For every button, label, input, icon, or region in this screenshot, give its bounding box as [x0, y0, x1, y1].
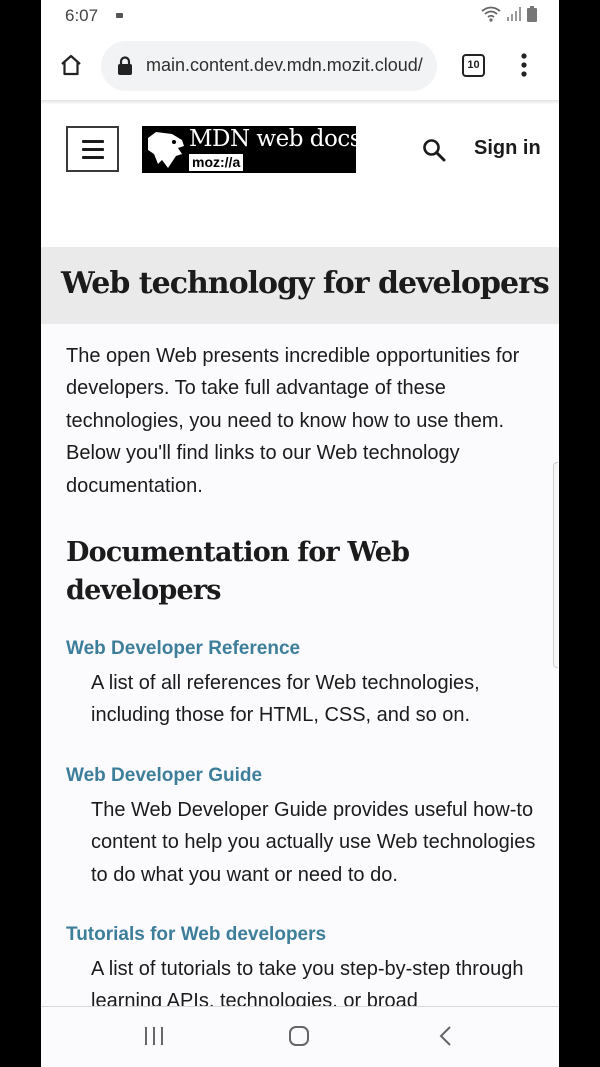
sign-in-link[interactable]: Sign in [474, 137, 541, 160]
battery-icon [527, 6, 537, 22]
description-web-developer-reference: A list of all references for Web technol… [91, 672, 480, 727]
site-header: MDN web docs moz://a Sign in [41, 104, 559, 247]
phone-screen: 6:07 main.content.dev.mdn.mozit.cloud/ 1… [41, 0, 559, 1067]
link-web-developer-guide[interactable]: Web Developer Guide [66, 765, 262, 787]
address-bar[interactable]: main.content.dev.mdn.mozit.cloud/ [101, 41, 437, 91]
section-heading: Documentation for Web developers [66, 537, 410, 606]
notification-icon [116, 13, 123, 18]
wifi-icon [481, 6, 501, 22]
signal-icon [507, 7, 521, 21]
menu-icon[interactable] [66, 126, 119, 172]
dino-logo-icon [148, 132, 184, 168]
link-tutorials-for-web-developers[interactable]: Tutorials for Web developers [66, 924, 326, 946]
status-bar: 6:07 [41, 0, 559, 32]
tabs-icon[interactable]: 10 [462, 54, 485, 77]
description-web-developer-guide: The Web Developer Guide provides useful … [91, 799, 536, 886]
more-vertical-icon[interactable] [520, 53, 528, 77]
mozilla-wordmark: moz://a [189, 154, 244, 171]
back-icon[interactable] [435, 1025, 457, 1047]
search-icon[interactable] [422, 138, 446, 162]
page-title-band: Web technology for developers [41, 247, 559, 324]
browser-toolbar: main.content.dev.mdn.mozit.cloud/ 10 [41, 32, 559, 100]
scrollbar[interactable] [553, 462, 558, 668]
link-web-developer-reference[interactable]: Web Developer Reference [66, 638, 300, 660]
logo-text: MDN web docs [189, 126, 362, 152]
recent-apps-icon[interactable] [143, 1025, 165, 1047]
system-nav-bar [41, 1006, 559, 1067]
status-time: 6:07 [65, 6, 99, 25]
status-icons [481, 6, 537, 22]
url-text[interactable]: main.content.dev.mdn.mozit.cloud/ [146, 55, 423, 76]
mdn-logo[interactable]: MDN web docs moz://a [142, 126, 362, 173]
lock-icon [118, 56, 132, 75]
home-button-icon[interactable] [288, 1025, 310, 1047]
intro-paragraph: The open Web presents incredible opportu… [66, 345, 520, 497]
home-icon[interactable] [59, 53, 83, 77]
main-content: The open Web presents incredible opportu… [66, 340, 536, 1012]
page-title: Web technology for developers [61, 266, 550, 301]
